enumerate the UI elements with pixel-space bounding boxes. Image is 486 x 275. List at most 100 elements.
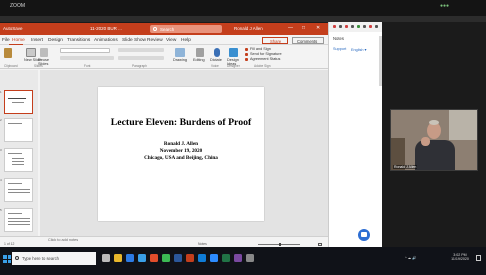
slide-thumbnail[interactable]: [4, 118, 33, 142]
support-link[interactable]: Support: [333, 47, 346, 51]
tab-review[interactable]: Review: [147, 38, 163, 43]
chrome-icon[interactable]: [162, 254, 170, 262]
clock[interactable]: 3:02 PM 11/19/2020: [448, 253, 472, 261]
thumb-line: [8, 98, 26, 99]
slide-author[interactable]: Ronald J. Allen: [98, 141, 264, 147]
group-font: Font: [84, 64, 91, 68]
onenote-icon[interactable]: [234, 254, 242, 262]
autosave-toggle[interactable]: AutoSave: [3, 26, 23, 31]
start-logo-tile: [7, 255, 11, 259]
tab-help[interactable]: Help: [181, 38, 191, 43]
browser-toolbar: [329, 22, 383, 32]
language-select[interactable]: English ▾: [351, 47, 366, 52]
tab-transitions[interactable]: Transitions: [67, 38, 90, 43]
slide-thumbnails-pane: 1 2 3 4 5: [0, 70, 38, 236]
list-buttons[interactable]: [118, 48, 164, 52]
windows-taskbar: Type here to search ^ ☁ 🔊 3:02 PM 11/19/…: [0, 247, 486, 275]
task-view-icon[interactable]: [102, 254, 110, 262]
extension-icon[interactable]: [357, 25, 360, 28]
zoom-app-icon[interactable]: [210, 254, 218, 262]
window-controls: — □ ✕: [286, 25, 326, 33]
comments-button[interactable]: Comments: [292, 37, 324, 44]
zoom-slider-handle[interactable]: [279, 242, 281, 246]
tab-file[interactable]: File: [2, 38, 10, 43]
extension-icon[interactable]: [333, 25, 336, 28]
slide-thumbnail[interactable]: [4, 208, 33, 232]
app-icon[interactable]: [246, 254, 254, 262]
font-name-box[interactable]: [60, 48, 110, 53]
system-tray[interactable]: ^ ☁ 🔊: [405, 256, 416, 260]
file-explorer-icon[interactable]: [114, 254, 122, 262]
extension-icon[interactable]: [363, 25, 366, 28]
share-button[interactable]: Share: [262, 37, 288, 44]
slide-location[interactable]: Chicago, USA and Beijing, China: [98, 155, 264, 161]
send-signature-button[interactable]: Send for Signature: [250, 52, 282, 56]
notes-button[interactable]: Notes: [198, 242, 207, 246]
reuse-slides-icon[interactable]: [40, 48, 48, 57]
extension-icon[interactable]: [351, 25, 354, 28]
clock-date: 11/19/2020: [451, 257, 469, 261]
extension-icon[interactable]: [345, 25, 348, 28]
tab-design[interactable]: Design: [48, 38, 63, 43]
editing-label: Editing: [193, 58, 205, 62]
participant-hand: [421, 137, 430, 146]
current-slide[interactable]: Lecture Eleven: Burdens of Proof Ronald …: [98, 87, 264, 221]
notes-placeholder[interactable]: Click to add notes: [48, 238, 78, 242]
tab-home[interactable]: Home: [12, 38, 25, 43]
fill-sign-button[interactable]: Fill and Sign: [250, 47, 271, 51]
agreement-status-button[interactable]: Agreement Status: [250, 57, 280, 61]
search-box[interactable]: Search: [150, 25, 222, 33]
edge-icon[interactable]: [126, 254, 134, 262]
extension-icon[interactable]: [369, 25, 372, 28]
new-slide-icon[interactable]: [26, 48, 36, 57]
outlook-icon[interactable]: [198, 254, 206, 262]
tab-slide-show[interactable]: Slide Show: [122, 38, 146, 43]
store-icon[interactable]: [138, 254, 146, 262]
design-ideas-icon[interactable]: [229, 48, 238, 57]
chat-button[interactable]: [358, 229, 370, 241]
notification-icon[interactable]: [476, 255, 481, 261]
search-icon: [153, 27, 157, 31]
user-name[interactable]: Ronald J Allen: [234, 26, 263, 31]
powerpoint-icon[interactable]: [186, 254, 194, 262]
tab-animations[interactable]: Animations: [94, 38, 118, 43]
close-button[interactable]: ✕: [316, 25, 320, 31]
thumb-line: [8, 189, 30, 190]
tab-insert[interactable]: Insert: [31, 38, 43, 43]
microphone-icon[interactable]: [214, 48, 220, 57]
participant-video-tile[interactable]: Ronald J Allen: [390, 109, 478, 171]
firefox-icon[interactable]: [150, 254, 158, 262]
menu-icon[interactable]: [375, 25, 378, 28]
search-placeholder: Search: [160, 26, 175, 32]
document-name: 11-2020 BUR ...: [90, 26, 122, 31]
editing-icon[interactable]: [196, 48, 204, 57]
fit-to-window-icon[interactable]: [318, 242, 322, 246]
drawing-icon[interactable]: [175, 48, 185, 57]
taskbar-search[interactable]: Type here to search: [12, 252, 96, 265]
thumb-line: [12, 102, 24, 103]
zoom-title-bar: ZOOM ●●●: [0, 0, 486, 16]
slide-thumbnail[interactable]: [4, 148, 33, 172]
slide-thumbnail[interactable]: [4, 90, 33, 114]
video-window: [449, 110, 477, 140]
slide-title[interactable]: Lecture Eleven: Burdens of Proof: [98, 117, 264, 128]
excel-icon[interactable]: [222, 254, 230, 262]
minimize-button[interactable]: —: [288, 25, 293, 31]
word-icon[interactable]: [174, 254, 182, 262]
slide-thumbnail[interactable]: [4, 178, 33, 202]
send-signature-icon: [245, 53, 248, 56]
group-clipboard: Clipboard: [4, 64, 18, 68]
font-format-buttons[interactable]: [60, 56, 114, 60]
slide-date[interactable]: November 19, 2020: [98, 148, 264, 154]
align-buttons[interactable]: [118, 56, 164, 60]
thumb-line: [8, 183, 22, 184]
windows-start-icon[interactable]: [3, 255, 11, 263]
maximize-button[interactable]: □: [302, 25, 305, 31]
tab-view[interactable]: View: [166, 38, 176, 43]
extension-icon[interactable]: [339, 25, 342, 28]
zoom-status-indicator: ●●●: [440, 3, 450, 9]
group-voice: Voice: [211, 64, 219, 68]
paste-icon[interactable]: [4, 48, 12, 58]
powerpoint-window: AutoSave 11-2020 BUR ... Search Ronald J…: [0, 23, 328, 247]
thumb-line: [8, 123, 22, 124]
